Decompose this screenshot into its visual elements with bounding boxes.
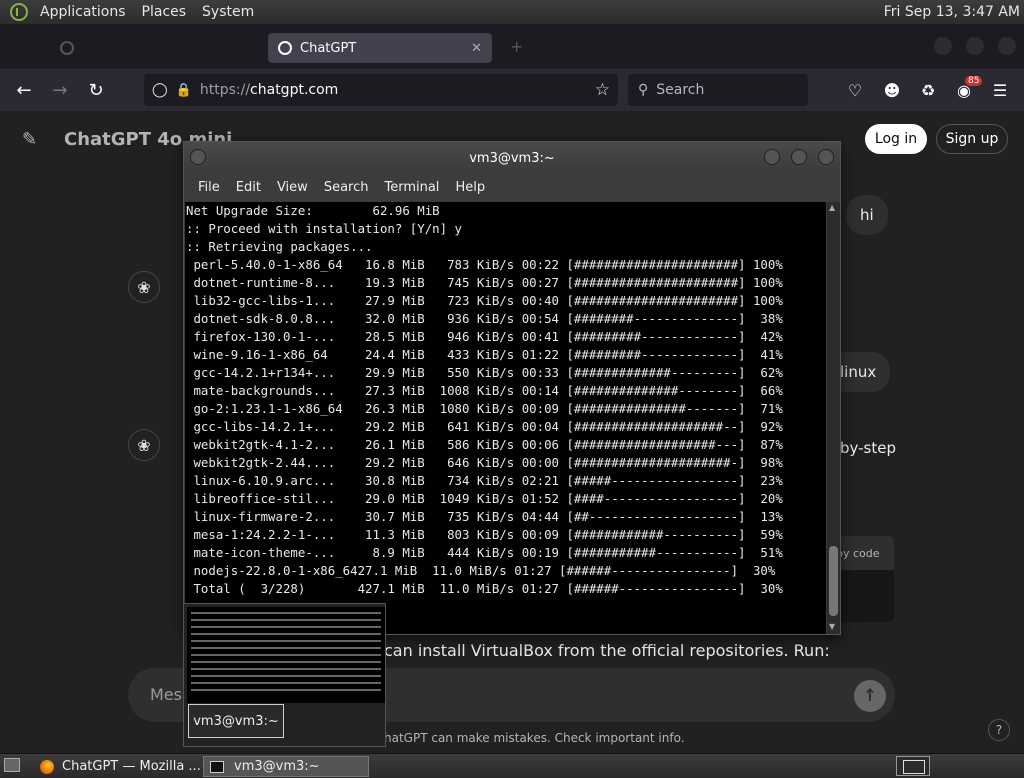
terminal-line: dotnet-sdk-8.0.8... 32.0 MiB 936 KiB/s 0…: [186, 311, 783, 326]
taskbar-terminal[interactable]: vm3@vm3:~: [203, 756, 369, 777]
terminal-line: go-2:1.23.1-1-x86_64 26.3 MiB 1080 KiB/s…: [186, 401, 783, 416]
response-fragment: by-step: [840, 439, 896, 457]
terminal-line: lib32-gcc-libs-1... 27.9 MiB 723 KiB/s 0…: [186, 293, 783, 308]
pocket-icon[interactable]: ♡: [840, 74, 870, 106]
window-menu-icon[interactable]: [190, 149, 206, 165]
terminal-line: webkit2gtk-4.1-2... 26.1 MiB 586 KiB/s 0…: [186, 437, 783, 452]
terminal-line: linux-6.10.9.arc... 30.8 MiB 734 KiB/s 0…: [186, 473, 783, 488]
terminal-line: dotnet-runtime-8... 19.3 MiB 745 KiB/s 0…: [186, 275, 783, 290]
terminal-line: webkit2gtk-2.44.... 29.2 MiB 646 KiB/s 0…: [186, 455, 783, 470]
extensions-icon[interactable]: ♻: [913, 74, 943, 106]
reload-icon[interactable]: ↻: [80, 74, 112, 106]
terminal-line: mate-icon-theme-... 8.9 MiB 444 KiB/s 00…: [186, 545, 783, 560]
new-chat-icon[interactable]: ✎: [22, 129, 37, 150]
applications-menu[interactable]: Applications: [32, 4, 134, 20]
terminal-line: mesa-1:24.2.2-1-... 11.3 MiB 803 KiB/s 0…: [186, 527, 783, 542]
minimize-icon[interactable]: [764, 149, 780, 165]
terminal-line: gcc-14.2.1+r134+... 29.9 MiB 550 KiB/s 0…: [186, 365, 783, 380]
terminal-menubar: File Edit View Search Terminal Help: [184, 174, 840, 201]
terminal-titlebar[interactable]: vm3@vm3:~: [184, 142, 840, 174]
tab-chatgpt-label: ChatGPT: [300, 40, 357, 56]
close-window-icon[interactable]: [998, 37, 1016, 55]
signup-button[interactable]: Sign up: [936, 124, 1008, 154]
account-icon[interactable]: ☻: [877, 74, 907, 106]
browser-tab-bar: ChatGPT ✕ +: [0, 25, 1024, 69]
workspace-switcher[interactable]: [896, 756, 930, 776]
window-preview[interactable]: vm3@vm3:~: [183, 603, 386, 747]
terminal-line: linux-firmware-2... 30.7 MiB 735 KiB/s 0…: [186, 509, 783, 524]
search-icon: ⚲: [638, 82, 649, 98]
terminal-title: vm3@vm3:~: [469, 150, 555, 166]
chatgpt-avatar-icon: ❀: [128, 271, 160, 303]
maximize-icon[interactable]: [966, 37, 984, 55]
terminal-output[interactable]: Net Upgrade Size: 62.96 MiB:: Proceed wi…: [185, 202, 826, 634]
menu-edit[interactable]: Edit: [228, 180, 269, 195]
browser-nav-bar: ← → ↻ ◯ 🔒 https://chatgpt.com ☆ ⚲ Search…: [0, 69, 1024, 111]
new-tab-icon[interactable]: +: [510, 37, 523, 56]
scroll-up-icon[interactable]: ▲: [829, 203, 835, 212]
system-menu[interactable]: System: [194, 4, 262, 20]
tab-inactive[interactable]: [50, 33, 260, 63]
terminal-window[interactable]: vm3@vm3:~ File Edit View Search Terminal…: [183, 141, 841, 635]
url-text: https://chatgpt.com: [199, 82, 339, 98]
preview-image: [187, 607, 385, 703]
url-bar[interactable]: ◯ 🔒 https://chatgpt.com ☆: [144, 74, 618, 106]
bottom-panel: ChatGPT — Mozilla ... vm3@vm3:~: [0, 753, 1024, 778]
lock-icon[interactable]: 🔒: [176, 83, 192, 98]
terminal-line: wine-9.16-1-x86_64 24.4 MiB 433 KiB/s 01…: [186, 347, 783, 362]
show-desktop-icon[interactable]: [4, 758, 20, 772]
terminal-line: Total ( 3/228) 427.1 MiB 11.0 MiB/s 01:2…: [186, 581, 783, 596]
menu-search[interactable]: Search: [316, 180, 377, 195]
terminal-line: perl-5.40.0-1-x86_64 16.8 MiB 783 KiB/s …: [186, 257, 783, 272]
github-icon: [60, 41, 74, 55]
terminal-line: mate-backgrounds... 27.3 MiB 1008 KiB/s …: [186, 383, 783, 398]
places-menu[interactable]: Places: [134, 4, 195, 20]
tab-close-icon[interactable]: ✕: [471, 41, 482, 56]
ublock-badge: 85: [965, 76, 983, 86]
tab-chatgpt[interactable]: ChatGPT ✕: [268, 33, 492, 63]
close-icon[interactable]: [818, 149, 834, 165]
chatgpt-avatar-icon: ❀: [128, 429, 160, 461]
search-input[interactable]: ⚲ Search: [628, 74, 808, 106]
terminal-scrollbar[interactable]: ▲ ▼: [827, 202, 840, 634]
help-button[interactable]: ?: [988, 719, 1010, 741]
disclaimer-text: hatGPT can make mistakes. Check importan…: [384, 731, 685, 745]
ublock-icon[interactable]: ◉ 85: [949, 74, 983, 106]
menu-view[interactable]: View: [269, 180, 316, 195]
response-text: can install VirtualBox from the official…: [384, 641, 830, 660]
top-panel: Applications Places System Fri Sep 13, 3…: [0, 0, 1024, 25]
send-button[interactable]: ↑: [854, 680, 886, 712]
mate-logo-icon[interactable]: [10, 3, 28, 21]
terminal-line: gcc-libs-14.2.1+... 29.2 MiB 641 KiB/s 0…: [186, 419, 783, 434]
user-message: hi: [846, 195, 888, 235]
scroll-thumb[interactable]: [829, 546, 838, 616]
menu-terminal[interactable]: Terminal: [376, 180, 447, 195]
shield-icon[interactable]: ◯: [152, 82, 168, 98]
minimize-icon[interactable]: [934, 37, 952, 55]
back-icon[interactable]: ←: [8, 74, 40, 106]
terminal-line: Net Upgrade Size: 62.96 MiB: [186, 203, 440, 218]
menu-icon[interactable]: ☰: [985, 74, 1015, 106]
terminal-icon: [210, 760, 224, 773]
clock[interactable]: Fri Sep 13, 3:47 AM: [884, 4, 1024, 20]
login-button[interactable]: Log in: [865, 124, 927, 154]
bookmark-star-icon[interactable]: ☆: [595, 80, 610, 100]
terminal-line: firefox-130.0-1-... 28.5 MiB 946 KiB/s 0…: [186, 329, 783, 344]
taskbar-terminal-label: vm3@vm3:~: [234, 759, 320, 774]
taskbar-firefox[interactable]: ChatGPT — Mozilla ...: [34, 756, 202, 777]
chatgpt-favicon-icon: [278, 41, 292, 55]
menu-help[interactable]: Help: [447, 180, 493, 195]
taskbar-firefox-label: ChatGPT — Mozilla ...: [62, 759, 201, 774]
terminal-line: :: Retrieving packages...: [186, 239, 373, 254]
scroll-down-icon[interactable]: ▼: [829, 622, 835, 631]
terminal-line: libreoffice-stil... 29.0 MiB 1049 KiB/s …: [186, 491, 783, 506]
terminal-line: :: Proceed with installation? [Y/n] y: [186, 221, 463, 236]
maximize-icon[interactable]: [791, 149, 807, 165]
menu-file[interactable]: File: [190, 180, 228, 195]
forward-icon[interactable]: →: [44, 74, 76, 106]
terminal-line: nodejs-22.8.0-1-x86_6427.1 MiB 11.0 MiB/…: [186, 563, 776, 578]
preview-label[interactable]: vm3@vm3:~: [188, 704, 284, 738]
search-placeholder: Search: [656, 82, 705, 98]
firefox-icon: [40, 759, 54, 774]
